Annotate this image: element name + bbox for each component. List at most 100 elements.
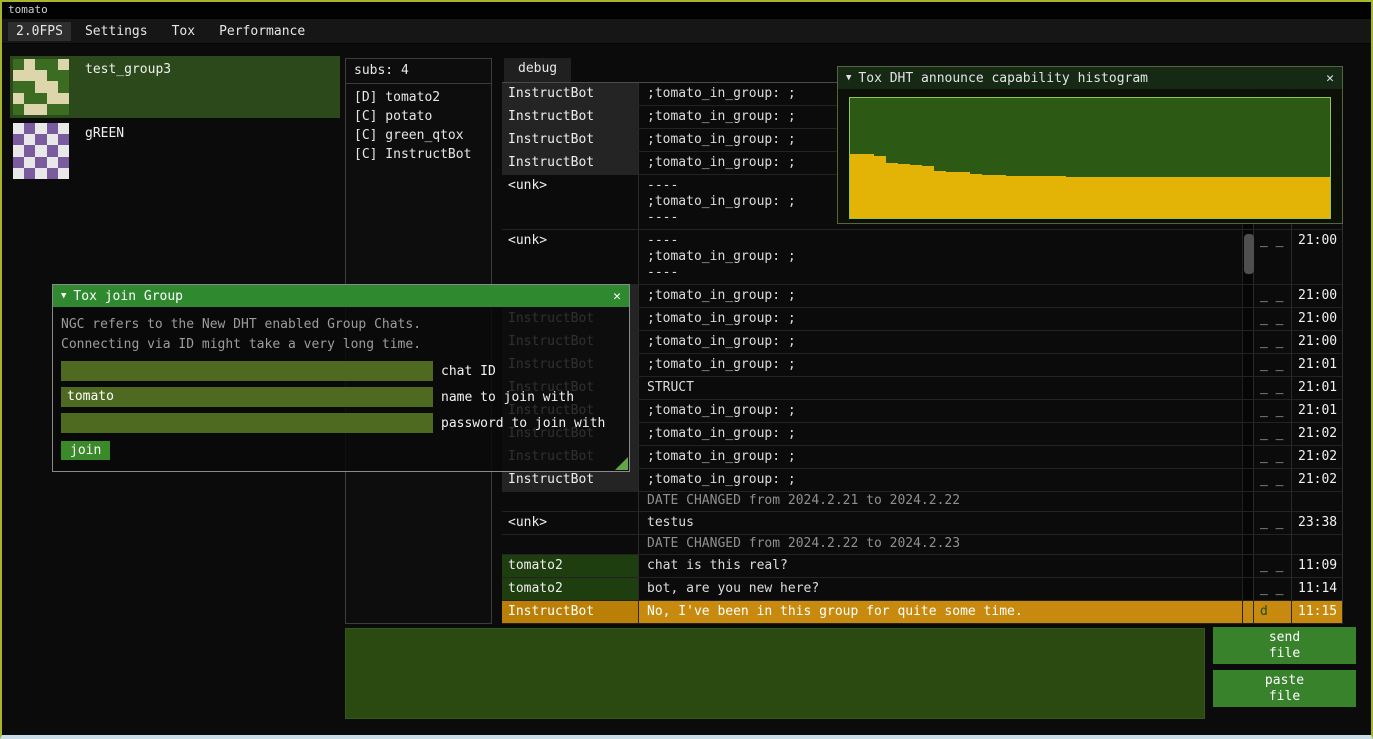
histogram-bar xyxy=(1066,177,1078,218)
paste-file-button[interactable]: paste file xyxy=(1213,670,1356,707)
scrollbar-track[interactable] xyxy=(1242,423,1254,445)
menu-settings[interactable]: Settings xyxy=(75,22,158,41)
avatar-pixel xyxy=(13,70,24,81)
collapse-arrow-icon[interactable]: ▼ xyxy=(846,73,851,83)
scrollbar-track[interactable] xyxy=(1242,469,1254,491)
chat-id-input[interactable] xyxy=(61,361,433,381)
scrollbar-track[interactable] xyxy=(1242,354,1254,376)
histogram-bar xyxy=(1162,177,1174,218)
chat-name: <unk> xyxy=(502,175,639,229)
avatar-pixel xyxy=(58,93,69,104)
subs-list-item[interactable]: [C] green_qtox xyxy=(346,126,491,145)
menu-tox[interactable]: Tox xyxy=(162,22,205,41)
send-file-button[interactable]: send file xyxy=(1213,627,1356,664)
join-button[interactable]: join xyxy=(61,441,110,460)
close-icon[interactable]: ✕ xyxy=(613,289,621,304)
chat-time: 21:01 xyxy=(1292,400,1342,422)
chat-name: InstructBot xyxy=(502,106,639,128)
window-titlebar[interactable]: tomato xyxy=(2,2,1371,19)
scrollbar-track[interactable] xyxy=(1242,400,1254,422)
scrollbar-track[interactable] xyxy=(1242,331,1254,353)
chat-flags xyxy=(1254,492,1292,511)
join-password-input[interactable] xyxy=(61,413,433,433)
close-icon[interactable]: ✕ xyxy=(1326,71,1334,86)
tab-debug[interactable]: debug xyxy=(504,58,571,82)
avatar-pixel xyxy=(58,70,69,81)
avatar-pixel xyxy=(35,93,46,104)
histogram-window-titlebar[interactable]: ▼ Tox DHT announce capability histogram … xyxy=(838,67,1342,89)
subs-list-item[interactable]: [C] InstructBot xyxy=(346,145,491,164)
avatar-pixel xyxy=(58,59,69,70)
avatar-pixel xyxy=(24,123,35,134)
chat-time: 11:14 xyxy=(1292,578,1342,600)
window-title: tomato xyxy=(8,3,48,16)
scrollbar-track[interactable] xyxy=(1242,578,1254,600)
chat-scrollbar-handle[interactable] xyxy=(1244,234,1254,274)
chat-message-text: DATE CHANGED from 2024.2.22 to 2024.2.23 xyxy=(639,535,1242,554)
scrollbar-track[interactable] xyxy=(1242,555,1254,577)
scrollbar-track[interactable] xyxy=(1242,601,1254,623)
chat-time: 21:02 xyxy=(1292,446,1342,468)
scrollbar-track[interactable] xyxy=(1242,512,1254,534)
histogram-bar xyxy=(1138,177,1150,218)
subs-list-item[interactable]: [D] tomato2 xyxy=(346,88,491,107)
avatar-pixel xyxy=(58,81,69,92)
histogram-bar xyxy=(1102,177,1114,218)
chat-message-text: ;tomato_in_group: ; xyxy=(639,331,1242,353)
collapse-arrow-icon[interactable]: ▼ xyxy=(61,291,66,301)
scrollbar-track[interactable] xyxy=(1242,308,1254,330)
histogram-bar xyxy=(1306,177,1318,218)
chat-flags: _ _ xyxy=(1254,285,1292,307)
scrollbar-track[interactable] xyxy=(1242,446,1254,468)
subs-list-item[interactable]: [C] potato xyxy=(346,107,491,126)
chat-name: InstructBot xyxy=(502,601,639,623)
avatar-pixel xyxy=(35,134,46,145)
avatar-pixel xyxy=(47,70,58,81)
histogram-bar xyxy=(874,156,886,218)
avatar-pixel xyxy=(35,70,46,81)
menu-performance[interactable]: Performance xyxy=(209,22,315,41)
avatar-pixel xyxy=(13,93,24,104)
avatar-pixel xyxy=(13,59,24,70)
histogram-bar xyxy=(958,172,970,218)
histogram-plot xyxy=(849,97,1331,219)
avatar-pixel xyxy=(58,123,69,134)
group-name: test_group3 xyxy=(69,56,171,77)
menu-bar: 2.0FPS Settings Tox Performance xyxy=(2,19,1371,44)
chat-message-text: ;tomato_in_group: ; xyxy=(639,469,1242,491)
histogram-bar xyxy=(1078,177,1090,218)
chat-message-text: ;tomato_in_group: ; xyxy=(639,423,1242,445)
avatar-pixel xyxy=(58,134,69,145)
group-item-green[interactable]: gREEN xyxy=(10,120,340,182)
scrollbar-track[interactable] xyxy=(1242,285,1254,307)
paste-file-label-line1: paste xyxy=(1265,673,1304,689)
avatar-pixel xyxy=(47,168,58,179)
chat-name: InstructBot xyxy=(502,152,639,174)
histogram-bar xyxy=(1006,176,1018,218)
chat-name: InstructBot xyxy=(502,469,639,491)
histogram-bar xyxy=(946,172,958,218)
chat-flags: _ _ xyxy=(1254,308,1292,330)
chat-message-text: testus xyxy=(639,512,1242,534)
avatar-pixel xyxy=(47,157,58,168)
histogram-bar xyxy=(1270,177,1282,218)
histogram-bar xyxy=(970,174,982,218)
chat-time: 11:15 xyxy=(1292,601,1342,623)
join-name-label: name to join with xyxy=(441,390,574,405)
avatar-pixel xyxy=(13,157,24,168)
avatar-pixel xyxy=(35,123,46,134)
scrollbar-track[interactable] xyxy=(1242,377,1254,399)
chat-flags: _ _ xyxy=(1254,331,1292,353)
subs-header: subs: 4 xyxy=(346,59,491,84)
chat-flags: _ _ xyxy=(1254,377,1292,399)
join-window-titlebar[interactable]: ▼ Tox join Group ✕ xyxy=(53,285,629,307)
scrollbar-track[interactable] xyxy=(1242,535,1254,554)
app-window: tomato 2.0FPS Settings Tox Performance t… xyxy=(0,0,1373,739)
resize-grip[interactable] xyxy=(615,457,628,470)
histogram-bar xyxy=(1018,176,1030,218)
scrollbar-track[interactable] xyxy=(1242,492,1254,511)
message-input[interactable] xyxy=(345,628,1205,719)
group-item-test_group3[interactable]: test_group3 xyxy=(10,56,340,118)
chat-flags: _ _ xyxy=(1254,469,1292,491)
join-name-input[interactable]: tomato xyxy=(61,387,433,407)
